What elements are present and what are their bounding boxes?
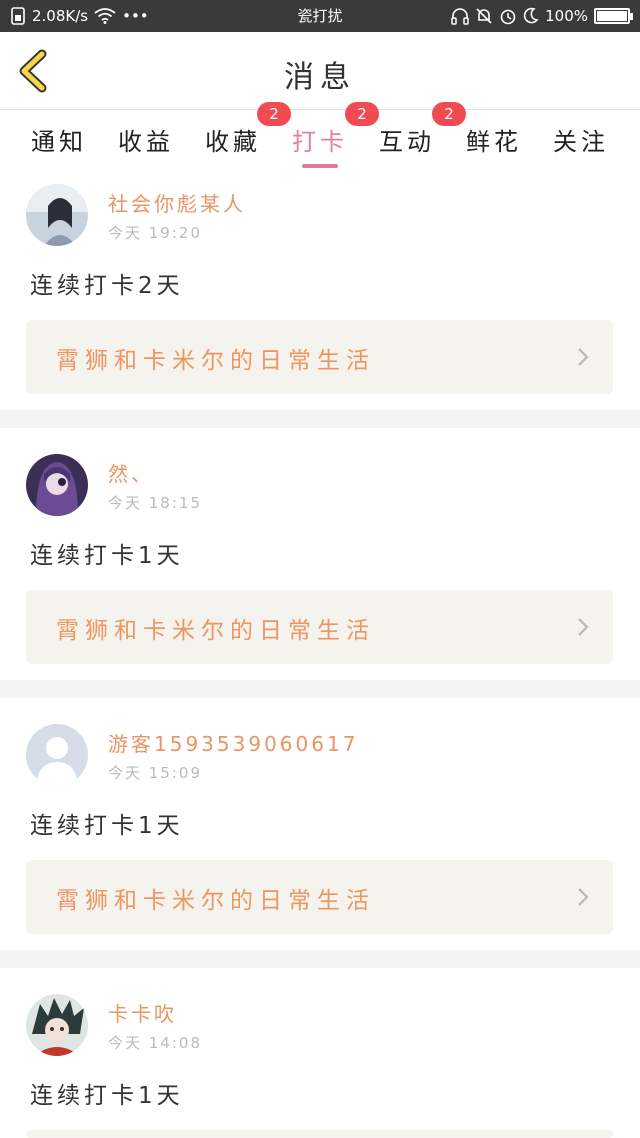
avatar-default-user-icon bbox=[26, 724, 88, 786]
chevron-right-icon bbox=[577, 887, 589, 911]
page-title: 消息 bbox=[284, 60, 356, 95]
topic-title: 霄狮和卡米尔的日常生活 bbox=[56, 348, 375, 374]
chevron-right-icon bbox=[577, 347, 589, 371]
tab-label: 收益 bbox=[118, 128, 174, 156]
chevron-right-icon bbox=[577, 617, 589, 641]
topic-link[interactable]: 霄狮和卡米尔的日常生活 bbox=[26, 590, 613, 664]
avatar[interactable] bbox=[26, 454, 88, 516]
tab-favorites[interactable]: 收藏 bbox=[198, 122, 268, 168]
topic-link[interactable] bbox=[26, 1130, 613, 1138]
avatar-anime-purple-icon bbox=[26, 454, 88, 516]
section-divider bbox=[0, 410, 640, 428]
tab-label: 关注 bbox=[553, 128, 609, 156]
battery-percent: 100% bbox=[545, 7, 588, 25]
tab-label: 收藏 bbox=[205, 128, 261, 156]
active-tab-indicator bbox=[302, 164, 338, 168]
tab-label: 通知 bbox=[31, 128, 87, 156]
battery-icon bbox=[594, 8, 633, 24]
username[interactable]: 社会你彪某人 bbox=[108, 188, 246, 217]
badge-checkin: 2 bbox=[345, 102, 379, 126]
avatar[interactable] bbox=[26, 184, 88, 246]
moon-icon bbox=[523, 7, 539, 25]
category-tabs: 通知 收益 收藏 打卡 互动 鲜花 关注 2 2 2 bbox=[0, 102, 640, 170]
list-item: 社会你彪某人 今天 19:20 连续打卡2天 霄狮和卡米尔的日常生活 bbox=[0, 170, 640, 410]
badge-interaction: 2 bbox=[432, 102, 466, 126]
headset-icon bbox=[451, 7, 469, 25]
username[interactable]: 卡卡吹 bbox=[108, 998, 177, 1027]
list-item: 卡卡吹 今天 14:08 连续打卡1天 bbox=[0, 968, 640, 1138]
checkin-message: 连续打卡1天 bbox=[30, 1083, 184, 1109]
alarm-icon bbox=[499, 7, 517, 25]
checkin-message: 连续打卡1天 bbox=[30, 813, 184, 839]
list-item: 游客1593539060617 今天 15:09 连续打卡1天 霄狮和卡米尔的日… bbox=[0, 698, 640, 950]
section-divider bbox=[0, 680, 640, 698]
tab-label: 鲜花 bbox=[466, 128, 522, 156]
tab-earnings[interactable]: 收益 bbox=[111, 122, 181, 168]
status-bar: 2.08K/s ••• 瓷打扰 100% bbox=[0, 0, 640, 32]
tab-label: 互动 bbox=[379, 128, 435, 156]
checkin-message: 连续打卡1天 bbox=[30, 543, 184, 569]
badge-favorites: 2 bbox=[257, 102, 291, 126]
username[interactable]: 然、 bbox=[108, 458, 154, 487]
topic-link[interactable]: 霄狮和卡米尔的日常生活 bbox=[26, 320, 613, 394]
app-header: 消息 bbox=[0, 32, 640, 110]
avatar[interactable] bbox=[26, 724, 88, 786]
topic-link[interactable]: 霄狮和卡米尔的日常生活 bbox=[26, 860, 613, 934]
topic-title: 霄狮和卡米尔的日常生活 bbox=[56, 618, 375, 644]
section-divider bbox=[0, 950, 640, 968]
tab-flowers[interactable]: 鲜花 bbox=[459, 122, 529, 168]
tab-label: 打卡 bbox=[292, 128, 348, 156]
tab-follow[interactable]: 关注 bbox=[546, 122, 616, 168]
username[interactable]: 游客1593539060617 bbox=[108, 728, 358, 757]
avatar[interactable] bbox=[26, 994, 88, 1056]
avatar-anime-boy-icon bbox=[26, 994, 88, 1056]
timestamp: 今天 14:08 bbox=[108, 1034, 202, 1052]
tab-notification[interactable]: 通知 bbox=[24, 122, 94, 168]
topic-title: 霄狮和卡米尔的日常生活 bbox=[56, 888, 375, 914]
checkin-message: 连续打卡2天 bbox=[30, 273, 184, 299]
timestamp: 今天 15:09 bbox=[108, 764, 202, 782]
mute-bell-icon bbox=[475, 7, 493, 25]
status-right: 100% bbox=[451, 7, 633, 25]
timestamp: 今天 18:15 bbox=[108, 494, 202, 512]
tab-checkin[interactable]: 打卡 bbox=[285, 122, 355, 168]
avatar-girl-icon bbox=[26, 184, 88, 246]
list-item: 然、 今天 18:15 连续打卡1天 霄狮和卡米尔的日常生活 bbox=[0, 428, 640, 680]
timestamp: 今天 19:20 bbox=[108, 224, 202, 242]
tab-interaction[interactable]: 互动 bbox=[372, 122, 442, 168]
